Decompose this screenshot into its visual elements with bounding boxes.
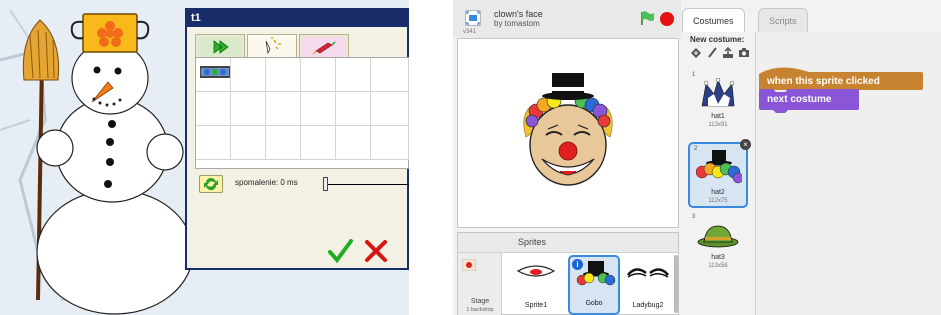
green-flag-icon[interactable]	[639, 10, 655, 26]
tab-rocket[interactable]	[299, 34, 349, 58]
costume-size: 113x58	[708, 263, 728, 269]
costume-name: hat1	[711, 113, 725, 120]
refresh-icon	[204, 177, 218, 191]
sprites-header: Sprites	[458, 233, 678, 253]
costume-size: 112x75	[708, 198, 728, 204]
delay-row: spomalenie: 0 ms	[195, 171, 409, 197]
cancel-x-icon[interactable]	[363, 238, 389, 264]
sprites-pane: Sprites Stage 1 backdrop Sprite1 i Gobo …	[457, 232, 679, 315]
scratch-editor: v341 clown's face by tomastom Sprites St…	[453, 0, 941, 315]
sprite-tile-sprite1[interactable]: Sprite1	[510, 255, 562, 315]
scripts-area[interactable]: when this sprite clicked next costume	[757, 32, 941, 315]
sprites-scrollbar[interactable]	[674, 255, 678, 313]
lips-sprite-icon	[516, 265, 556, 277]
costume-tile-hat3[interactable]: 3 hat3 113x58	[688, 212, 748, 276]
stage-selector[interactable]: Stage 1 backdrop	[458, 253, 502, 315]
delete-costume-icon[interactable]: ×	[740, 139, 751, 150]
stage-thumb-icon	[462, 259, 476, 271]
t1-window: t1 spomalenie: 0 ms	[185, 8, 409, 270]
choose-from-library-icon[interactable]	[690, 47, 702, 59]
sprites-title: Sprites	[518, 237, 547, 247]
new-costume-label: New costume:	[690, 35, 745, 44]
costume-name: hat3	[711, 254, 725, 261]
when-sprite-clicked-block[interactable]: when this sprite clicked	[759, 66, 923, 90]
sprite-name: Ladybug2	[632, 302, 664, 309]
stage-label: Stage	[470, 298, 490, 305]
fullscreen-button[interactable]	[465, 10, 481, 26]
tab-run[interactable]	[195, 34, 245, 58]
program-grid[interactable]	[195, 57, 409, 169]
hat-sprite-icon	[576, 261, 616, 286]
hat-block-text: when this sprite clicked	[767, 76, 880, 87]
tool-tabbar	[195, 34, 405, 58]
jester-hat-thumbnail	[701, 78, 735, 107]
new-costume-tools	[690, 47, 752, 61]
paint-brush-icon[interactable]	[706, 47, 718, 59]
delay-label: spomalenie: 0 ms	[235, 178, 298, 187]
fullscreen-icon	[466, 11, 480, 25]
run-arrows-icon	[198, 37, 242, 57]
rocket-icon	[302, 37, 346, 57]
costume-tile-hat2[interactable]: 2 × hat2 112x75	[688, 139, 751, 208]
stage-header: v341 clown's face by tomastom	[453, 0, 681, 38]
left-program-window: t1 spomalenie: 0 ms	[0, 0, 409, 315]
costume-index: 3	[692, 214, 696, 220]
tab-scripts[interactable]: Scripts	[758, 8, 808, 32]
next-costume-block[interactable]: next costume	[759, 89, 859, 113]
sprite-name: Sprite1	[524, 302, 548, 309]
magic-wand-icon	[265, 37, 281, 55]
stop-sign-icon[interactable]	[660, 12, 674, 26]
window-title: t1	[187, 10, 407, 27]
costume-name: hat2	[711, 189, 725, 196]
project-title[interactable]: clown's face	[494, 9, 543, 19]
green-hat-thumbnail	[697, 225, 739, 248]
costume-tile-hat1[interactable]: 1 hat1 113x91	[688, 70, 748, 134]
project-author: by tomastom	[494, 19, 540, 28]
ok-check-icon[interactable]	[327, 238, 353, 264]
costume-size: 113x91	[708, 122, 728, 128]
version-label: v341	[463, 29, 477, 35]
delay-slider-track[interactable]	[325, 184, 409, 185]
film-strip-icon[interactable]	[200, 66, 230, 78]
repeat-button[interactable]	[199, 175, 223, 193]
costume-index: 1	[692, 72, 696, 78]
clown-face-sprite[interactable]	[518, 67, 618, 197]
editor-tabs: Costumes Scripts	[682, 0, 941, 32]
upload-icon[interactable]	[722, 47, 734, 59]
looks-block-text: next costume	[767, 94, 832, 105]
clown-hat-thumbnail	[696, 150, 742, 184]
eyes-sprite-icon	[627, 268, 669, 278]
stage-backdrop-count: 1 backdrop	[466, 307, 494, 313]
sprite-name: Gobo	[585, 300, 603, 307]
camera-icon[interactable]	[738, 47, 750, 59]
costumes-list: New costume: 1 hat1 113x91 2 × hat2 112x…	[682, 32, 756, 315]
stage-canvas[interactable]	[457, 38, 679, 228]
sprite-tile-ladybug2[interactable]: Ladybug2	[622, 255, 674, 315]
tab-costumes[interactable]: Costumes	[682, 8, 745, 32]
delay-slider-thumb[interactable]	[323, 177, 328, 191]
tab-magic[interactable]	[247, 34, 297, 58]
sprite-tile-gobo[interactable]: i Gobo	[568, 255, 620, 315]
